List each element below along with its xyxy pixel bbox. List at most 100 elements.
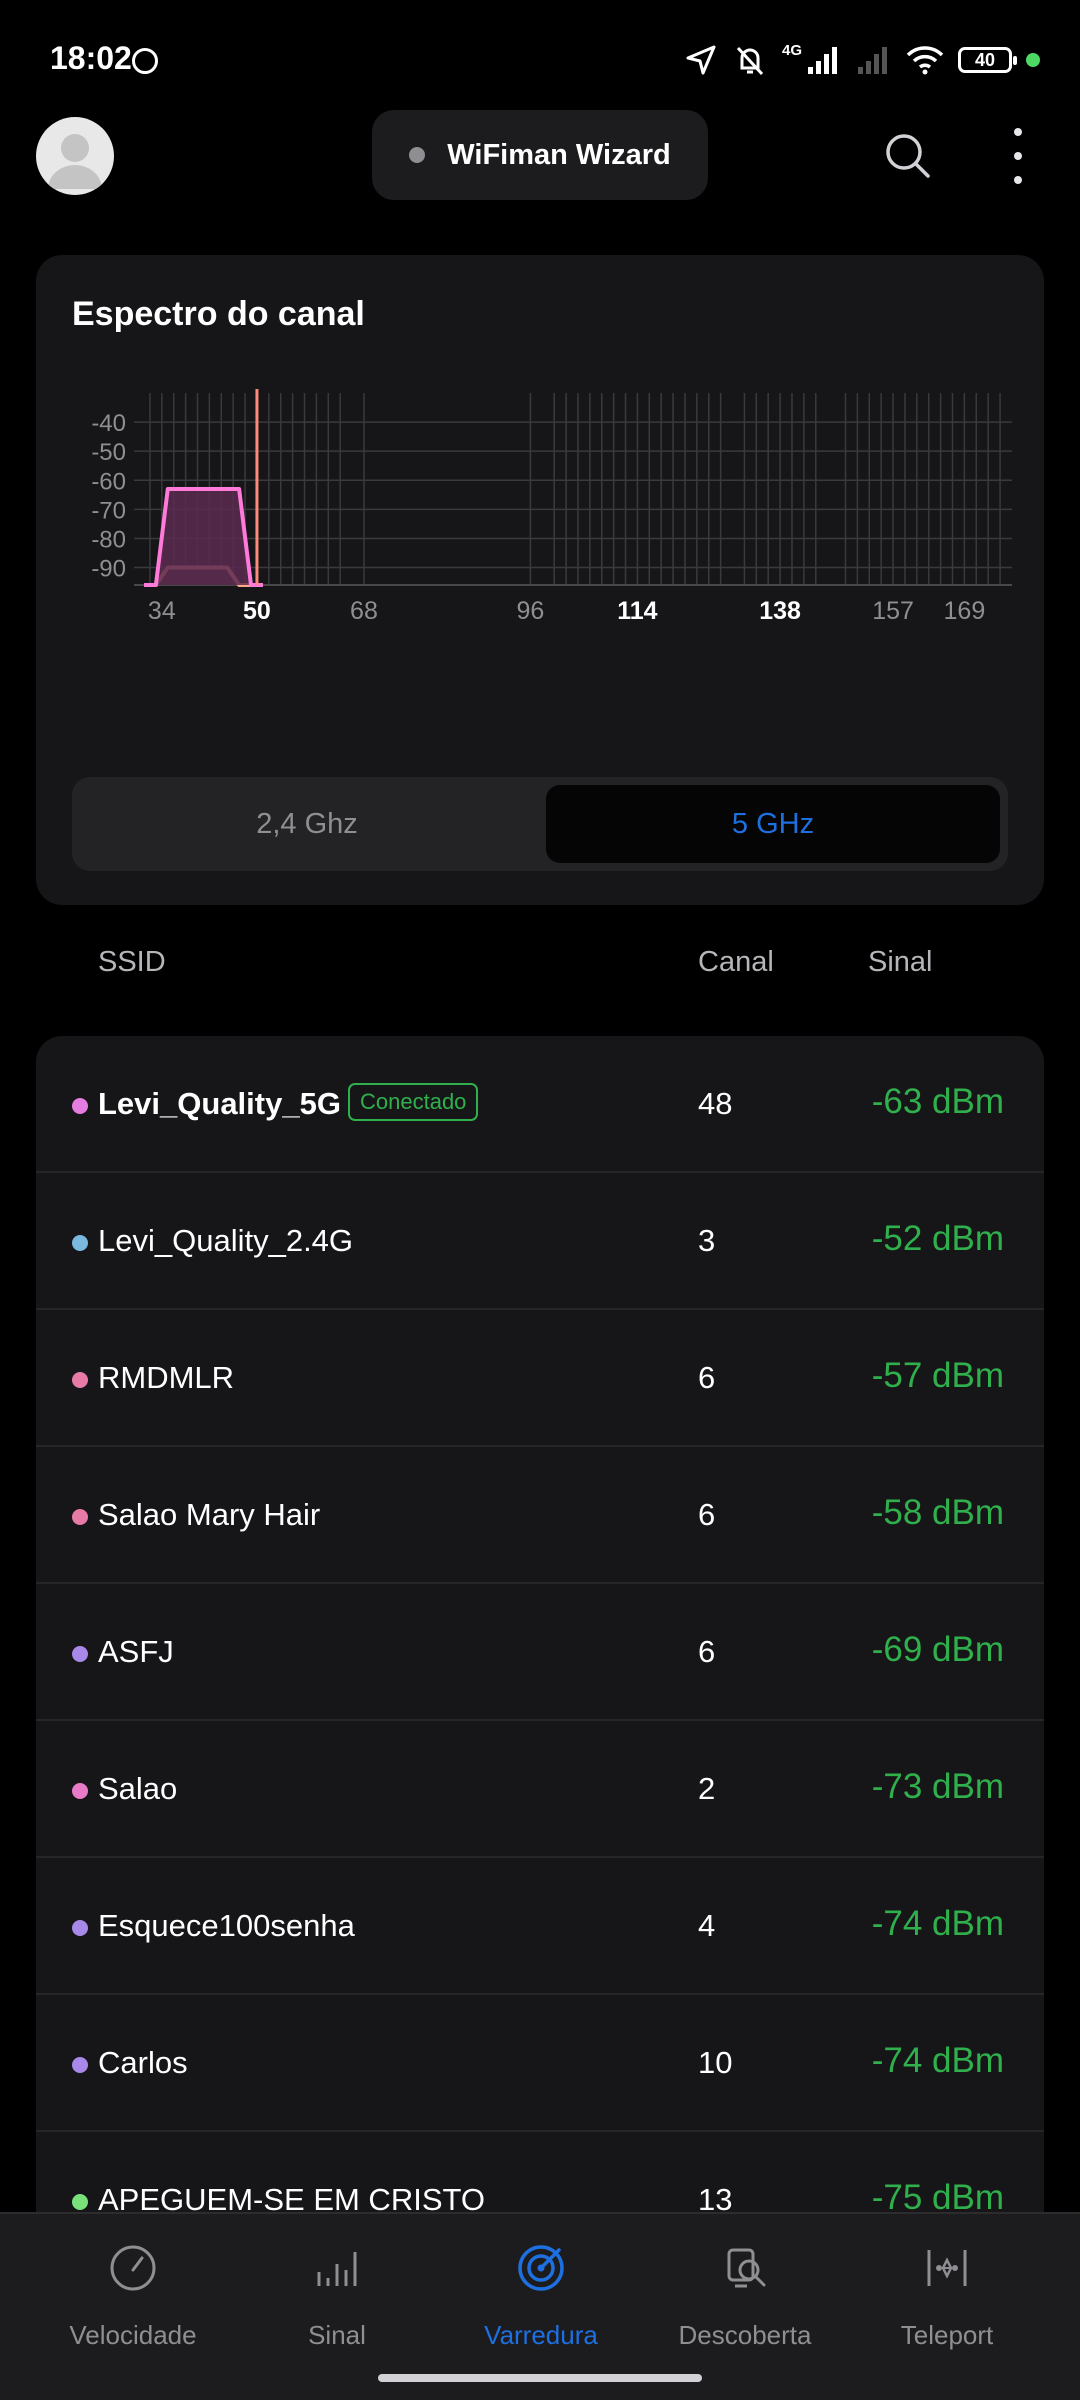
teleport-icon: [927, 2250, 967, 2286]
network-row[interactable]: Levi_Quality_5G Conectado 48 -63 dBm: [36, 1036, 1044, 1173]
mute-bell-icon: [736, 46, 764, 76]
y-tick-label: -80: [91, 526, 126, 553]
x-tick-label: 169: [944, 597, 986, 625]
network-row[interactable]: RMDMLR 6 -57 dBm: [36, 1310, 1044, 1447]
networks-list: Levi_Quality_5G Conectado 48 -63 dBm Levi_Qu…: [36, 1036, 1044, 2216]
y-tick-label: -90: [91, 556, 126, 583]
signal-column-header[interactable]: Sinal: [868, 946, 933, 979]
x-tick-label: 34: [148, 597, 176, 625]
network-channel: 10: [698, 2045, 733, 2080]
status-indicator-dot: [1026, 53, 1040, 67]
nav-item-varredura[interactable]: Varredura: [433, 2214, 649, 2374]
network-color-dot: [72, 1646, 88, 1662]
network-signal: -73 dBm: [871, 1767, 1004, 1806]
channel-spectrum-chart: -40-50-60-70-80 -90 34 50 68 96 114 138 157 169: [91, 389, 1012, 625]
nav-label-teleport: Teleport: [900, 2320, 994, 2350]
network-ssid: Esquece100senha: [98, 1908, 355, 1943]
nav-item-descoberta[interactable]: Descoberta: [637, 2214, 853, 2374]
network-color-dot: [72, 2194, 88, 2210]
status-icons: 4G 40: [684, 38, 1040, 82]
network-row[interactable]: Levi_Quality_2.4G 3 -52 dBm: [36, 1173, 1044, 1310]
user-avatar-icon[interactable]: [36, 117, 114, 195]
x-tick-label: 157: [872, 597, 914, 625]
battery-level: 40: [974, 49, 996, 70]
ssid-column-header[interactable]: SSID: [98, 946, 166, 979]
x-tick-label: 96: [517, 597, 545, 625]
network-signal: -58 dBm: [871, 1493, 1004, 1532]
network-channel: 6: [698, 1634, 716, 1669]
network-signal: -74 dBm: [871, 2041, 1004, 2080]
search-icon[interactable]: [880, 128, 936, 184]
y-tick-label: -50: [91, 439, 126, 466]
network-color-dot: [72, 1509, 88, 1525]
signal-bars-icon: [317, 2252, 357, 2286]
radar-scan-icon: [518, 2245, 564, 2291]
wifiman-wizard-button[interactable]: WiFiman Wizard: [372, 110, 708, 200]
network-row[interactable]: Esquece100senha 4 -74 dBm: [36, 1858, 1044, 1995]
network-color-dot: [72, 1783, 88, 1799]
network-ssid: Salao Mary Hair: [98, 1497, 321, 1532]
network-channel: 2: [698, 1771, 716, 1806]
bottom-navigation: Velocidade Sinal Varredura Descoberta Te…: [0, 2212, 1080, 2400]
network-ssid: ASFJ: [98, 1634, 174, 1669]
network-channel: 6: [698, 1497, 716, 1532]
network-signal: -63 dBm: [871, 1082, 1004, 1121]
band-option-5ghz[interactable]: 5 GHz: [546, 785, 1000, 863]
network-signal: -75 dBm: [871, 2178, 1004, 2216]
status-time: 18:02: [50, 40, 132, 76]
network-color-dot: [72, 2057, 88, 2073]
network-signal: -52 dBm: [871, 1219, 1004, 1258]
nav-label-descoberta: Descoberta: [678, 2320, 812, 2350]
band-selector: 2,4 Ghz 5 GHz: [72, 777, 1008, 871]
avatar-person-graphic: [48, 134, 102, 189]
cell-signal-icon: [808, 47, 837, 74]
network-type-label: 4G: [781, 41, 802, 59]
network-color-dot: [72, 1920, 88, 1936]
battery-icon: 40: [958, 47, 1017, 73]
focus-mode-icon: [132, 48, 158, 74]
network-channel: 48: [698, 1086, 733, 1121]
spectrum-title: Espectro do canal: [72, 295, 365, 333]
nav-item-sinal[interactable]: Sinal: [229, 2214, 445, 2374]
network-ssid: Salao: [98, 1771, 178, 1806]
network-row[interactable]: ASFJ 6 -69 dBm: [36, 1584, 1044, 1721]
network-signal: -69 dBm: [871, 1630, 1004, 1669]
network-channel: 6: [698, 1360, 716, 1395]
network-ssid: Levi_Quality_2.4G: [98, 1223, 354, 1258]
y-tick-label: -60: [91, 468, 126, 495]
networks-table-header: SSID Canal Sinal: [0, 940, 1080, 990]
network-row[interactable]: Salao 2 -73 dBm: [36, 1721, 1044, 1858]
nav-label-velocidade: Velocidade: [69, 2320, 197, 2350]
network-row[interactable]: Carlos 10 -74 dBm: [36, 1995, 1044, 2132]
nav-item-velocidade[interactable]: Velocidade: [25, 2214, 241, 2374]
nav-label-varredura: Varredura: [484, 2320, 598, 2350]
network-ssid: RMDMLR: [98, 1360, 235, 1395]
more-vertical-icon[interactable]: [998, 128, 1038, 184]
network-color-dot: [72, 1235, 88, 1251]
y-tick-label: -40: [91, 410, 126, 437]
network-signal: -74 dBm: [871, 1904, 1004, 1943]
network-row[interactable]: APEGUEM-SE EM CRISTO 13 -75 dBm: [36, 2132, 1044, 2216]
channel-spectrum-card: Espectro do canal -40 -50 -60 -70 -80 -90 34 50…: [36, 255, 1044, 905]
wizard-label: WiFiman Wizard: [447, 138, 671, 171]
x-tick-label: 114: [617, 597, 657, 625]
network-row[interactable]: Salao Mary Hair 6 -58 dBm: [36, 1447, 1044, 1584]
network-channel: 3: [698, 1223, 716, 1258]
x-tick-label: 50: [243, 597, 271, 625]
home-indicator[interactable]: [378, 2374, 702, 2382]
network-ssid: Levi_Quality_5G: [98, 1086, 341, 1121]
x-tick-label: 138: [759, 597, 801, 625]
channel-column-header[interactable]: Canal: [698, 946, 774, 979]
network-channel: 4: [698, 1908, 716, 1943]
network-ssid: Carlos: [98, 2045, 188, 2080]
wifi-icon: [906, 46, 944, 75]
band-option-2-4ghz[interactable]: 2,4 Ghz: [80, 785, 534, 863]
network-color-dot: [72, 1372, 88, 1388]
network-signal: -57 dBm: [871, 1356, 1004, 1395]
x-tick-label: 68: [350, 597, 378, 625]
network-color-dot: [72, 1098, 88, 1114]
device-discovery-icon: [727, 2248, 766, 2288]
nav-item-teleport[interactable]: Teleport: [839, 2214, 1055, 2374]
speedometer-icon: [110, 2245, 156, 2291]
location-arrow-icon: [686, 45, 716, 75]
